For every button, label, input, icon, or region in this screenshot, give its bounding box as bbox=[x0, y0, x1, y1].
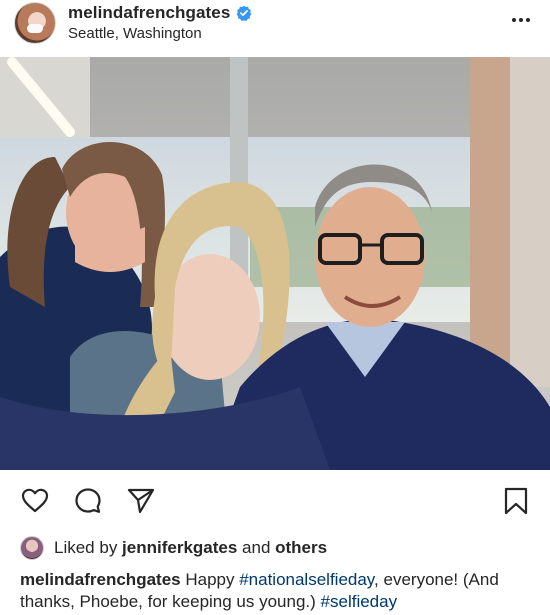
location-link[interactable]: Seattle, Washington bbox=[68, 25, 202, 42]
hashtag-link-2[interactable]: #selfieday bbox=[321, 592, 398, 611]
verified-badge-icon bbox=[237, 5, 252, 21]
likes-summary[interactable]: Liked by jenniferkgates and others bbox=[20, 536, 327, 560]
caption-text-1: Happy bbox=[180, 570, 240, 589]
likes-conjunction: and bbox=[237, 538, 276, 557]
post-header: melindafrenchgates Seattle, Washington bbox=[0, 0, 550, 57]
hashtag-link-1[interactable]: #nationalselfieday bbox=[239, 570, 374, 589]
username-link[interactable]: melindafrenchgates bbox=[68, 3, 230, 23]
username-row: melindafrenchgates bbox=[68, 3, 252, 23]
liker-avatar bbox=[20, 536, 44, 560]
caption-username-link[interactable]: melindafrenchgates bbox=[20, 570, 181, 589]
profile-avatar[interactable] bbox=[14, 2, 56, 44]
bookmark-icon[interactable] bbox=[501, 486, 531, 516]
comment-icon[interactable] bbox=[73, 486, 103, 516]
more-options-icon[interactable] bbox=[510, 10, 532, 30]
liked-by-user-link[interactable]: jenniferkgates bbox=[122, 538, 237, 557]
likes-text: Liked by jenniferkgates and others bbox=[54, 538, 327, 558]
share-icon[interactable] bbox=[126, 486, 156, 516]
heart-icon[interactable] bbox=[20, 486, 50, 516]
likes-others-link[interactable]: others bbox=[275, 538, 327, 557]
likes-prefix: Liked by bbox=[54, 538, 123, 557]
post-photo[interactable] bbox=[0, 57, 550, 470]
post-caption: melindafrenchgates Happy #nationalselfie… bbox=[20, 569, 535, 613]
